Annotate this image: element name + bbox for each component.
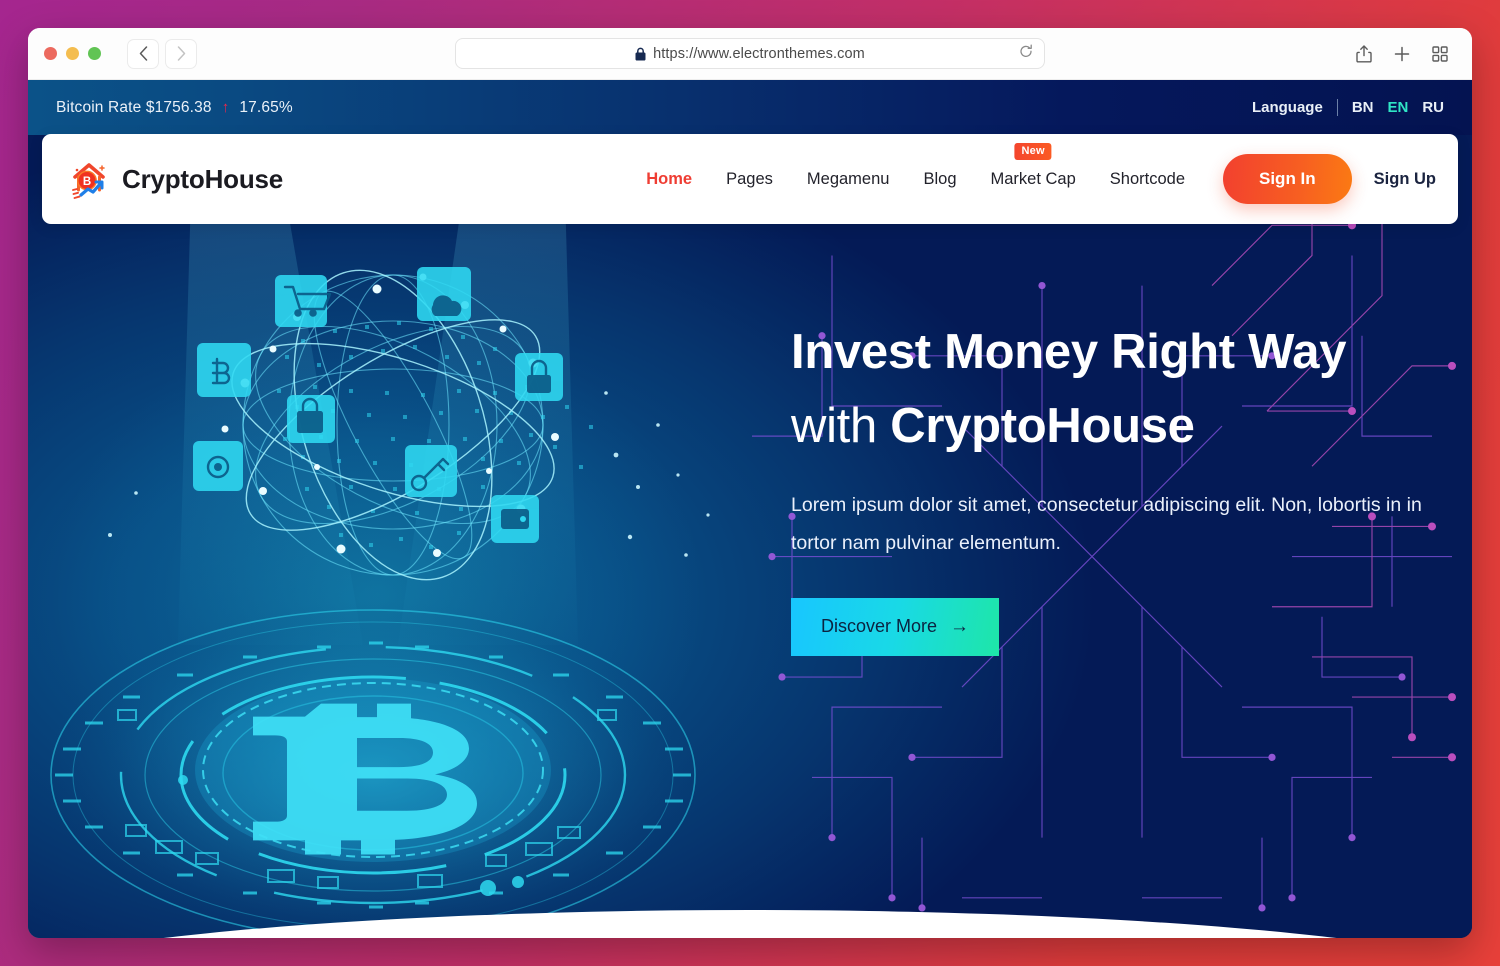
- language-option-ru[interactable]: RU: [1422, 99, 1444, 116]
- nav-item-shortcode[interactable]: Shortcode: [1110, 170, 1185, 189]
- hero-paragraph: Lorem ipsum dolor sit amet, consectetur …: [791, 493, 1422, 554]
- chevron-left-icon: [139, 46, 147, 61]
- brand-logo[interactable]: B CryptoHouse: [66, 156, 283, 202]
- tabs-overview-button[interactable]: [1424, 39, 1456, 69]
- url-text: https://www.electronthemes.com: [653, 45, 865, 62]
- svg-text:B: B: [83, 176, 91, 188]
- hero-title-line2-bold: CryptoHouse: [890, 399, 1195, 454]
- lock-icon: [635, 47, 646, 61]
- grid-icon: [1432, 45, 1448, 62]
- nav-item-market-cap-label: Market Cap: [990, 169, 1076, 188]
- bitcoin-rate-percent: 17.65%: [239, 98, 293, 116]
- top-rate-bar: Bitcoin Rate $1756.38 ↑ 17.65% Language …: [28, 80, 1472, 135]
- hero-section: Invest Money Right Way with CryptoHouse …: [28, 135, 1472, 938]
- new-badge: New: [1014, 142, 1052, 160]
- hero-title-line1: Invest Money Right Way: [791, 325, 1347, 379]
- page-viewport: Invest Money Right Way with CryptoHouse …: [28, 80, 1472, 938]
- browser-window: https://www.electronthemes.com Invest Mo…: [28, 28, 1472, 938]
- bitcoin-rate-label: Bitcoin Rate $1756.38: [56, 98, 212, 116]
- auth-actions: Sign In Sign Up: [1223, 154, 1436, 204]
- brand-name: CryptoHouse: [122, 163, 284, 194]
- hero-title-line2-light: with: [791, 399, 891, 454]
- language-option-en[interactable]: EN: [1387, 99, 1408, 116]
- language-switcher: Language BN EN RU: [1252, 99, 1444, 116]
- hero-title: Invest Money Right Way with CryptoHouse: [791, 315, 1472, 464]
- trend-up-icon: ↑: [221, 99, 230, 116]
- close-window-button[interactable]: [44, 47, 57, 60]
- forward-button[interactable]: [165, 38, 197, 69]
- discover-more-label: Discover More: [821, 616, 938, 637]
- chevron-right-icon: [177, 46, 185, 61]
- divider: [1336, 99, 1338, 116]
- back-button[interactable]: [127, 38, 159, 69]
- language-option-bn[interactable]: BN: [1352, 99, 1374, 116]
- nav-item-blog[interactable]: Blog: [923, 170, 956, 189]
- window-traffic-lights: [44, 47, 101, 60]
- reload-icon[interactable]: [1019, 44, 1033, 64]
- arrow-right-icon: →: [950, 615, 970, 637]
- site-header-wrapper: B CryptoHouse Home Pages Megamenu Blog N…: [28, 134, 1472, 224]
- nav-item-megamenu[interactable]: Megamenu: [807, 170, 890, 189]
- maximize-window-button[interactable]: [88, 47, 101, 60]
- chrome-toolbar-right: [1348, 39, 1456, 69]
- site-header: B CryptoHouse Home Pages Megamenu Blog N…: [42, 134, 1458, 224]
- share-icon[interactable]: [1348, 39, 1380, 69]
- address-bar[interactable]: https://www.electronthemes.com: [455, 38, 1045, 69]
- main-navigation: Home Pages Megamenu Blog New Market Cap …: [646, 142, 1185, 189]
- navigation-buttons: [127, 38, 197, 69]
- language-label: Language: [1251, 99, 1323, 116]
- nav-item-market-cap[interactable]: New Market Cap: [990, 142, 1076, 189]
- bitcoin-hologram-illustration: [43, 135, 710, 938]
- discover-more-button[interactable]: Discover More →: [791, 597, 1000, 656]
- new-tab-button[interactable]: [1386, 39, 1418, 69]
- sign-in-button[interactable]: Sign In: [1223, 154, 1352, 204]
- browser-chrome: https://www.electronthemes.com: [28, 28, 1472, 80]
- bitcoin-rate: Bitcoin Rate $1756.38 ↑ 17.65%: [56, 99, 293, 117]
- hero-copy: Invest Money Right Way with CryptoHouse …: [791, 315, 1472, 656]
- plus-icon: [1394, 46, 1410, 61]
- house-bitcoin-chart-logo-icon: B: [66, 156, 112, 202]
- nav-item-home[interactable]: Home: [646, 170, 692, 189]
- minimize-window-button[interactable]: [66, 47, 79, 60]
- sign-up-button[interactable]: Sign Up: [1374, 170, 1436, 189]
- wallet-icon: [501, 509, 529, 529]
- nav-item-pages[interactable]: Pages: [726, 170, 773, 189]
